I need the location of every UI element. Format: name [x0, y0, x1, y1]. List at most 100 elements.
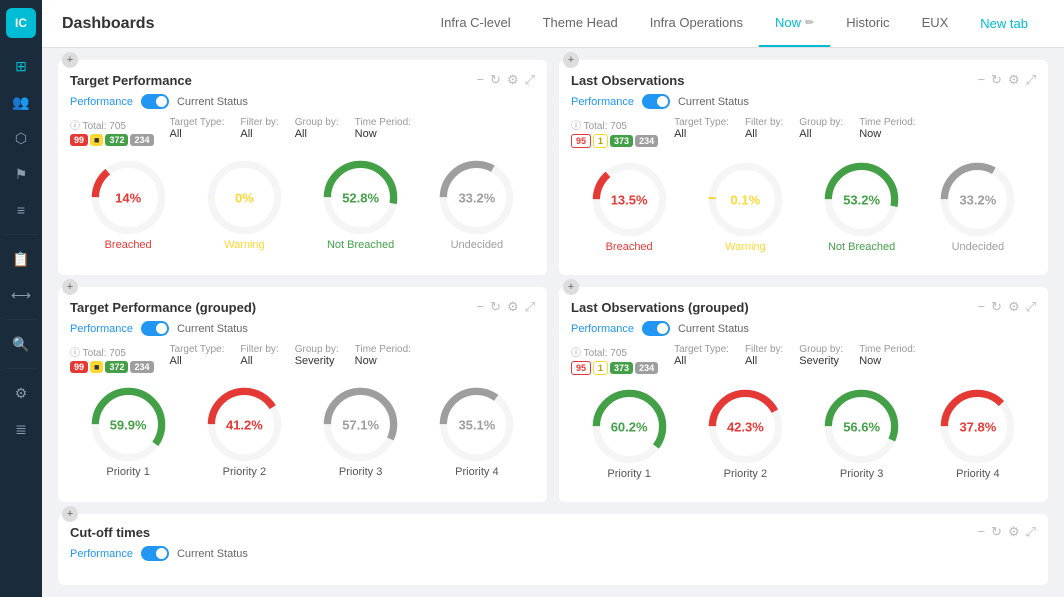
refresh-icon-2[interactable]: ↻ — [991, 72, 1002, 88]
edit-icon: ✏ — [805, 16, 814, 29]
total-group-1: ⓘ Total: 705 99 ■ 372 234 — [70, 117, 154, 146]
minimize-icon-3[interactable]: − — [476, 299, 484, 315]
donut-val-undecided-1: 33.2% — [458, 190, 495, 205]
add-widget-btn-5[interactable]: + — [62, 506, 78, 522]
minimize-icon-4[interactable]: − — [977, 299, 985, 315]
badge-green-3: 372 — [105, 361, 128, 373]
widget-cut-off-times: + Cut-off times − ↻ ⚙ ⤢ Performance Curr… — [58, 514, 1048, 585]
widget-title-5: Cut-off times — [70, 525, 150, 540]
chart-name-priority1-3: Priority 1 — [106, 466, 149, 478]
settings-icon-3[interactable]: ⚙ — [507, 299, 519, 315]
refresh-icon-1[interactable]: ↻ — [490, 72, 501, 88]
group-by-group-4: Group by: Severity — [799, 344, 843, 367]
time-period-group-3: Time Period: Now — [355, 344, 411, 367]
time-period-label-4: Time Period: — [859, 344, 915, 355]
sidebar-icon-users[interactable]: 👥 — [5, 86, 37, 118]
chart-name-priority3-3: Priority 3 — [339, 466, 382, 478]
badge-red-3: 99 — [70, 361, 88, 373]
minimize-icon-5[interactable]: − — [977, 524, 985, 540]
expand-icon-2[interactable]: ⤢ — [1026, 72, 1036, 88]
sidebar-icon-link[interactable]: ⬡ — [5, 122, 37, 154]
sidebar-icon-search[interactable]: 🔍 — [5, 328, 37, 360]
filters-row-2: ⓘ Total: 705 95 1 373 234 Target Type: A… — [571, 117, 1036, 148]
toggle-1[interactable] — [141, 94, 169, 109]
sidebar: IC ⊞ 👥 ⬡ ⚑ ≡ 📋 ⟷ 🔍 ⚙ ≣ — [0, 0, 42, 597]
tab-now[interactable]: Now ✏ — [759, 0, 830, 47]
total-label-1: ⓘ Total: 705 — [70, 117, 154, 132]
target-type-value-3: All — [170, 355, 225, 367]
expand-icon-1[interactable]: ⤢ — [525, 72, 535, 88]
widget-subheader-2: Performance Current Status — [571, 94, 1036, 109]
target-type-group-4: Target Type: All — [674, 344, 729, 367]
badge-yellow-3: ■ — [90, 361, 103, 373]
minimize-icon-1[interactable]: − — [476, 72, 484, 88]
sidebar-icon-connections[interactable]: ⟷ — [5, 279, 37, 311]
badges-2: 95 1 373 234 — [571, 134, 658, 148]
current-status-5: Current Status — [177, 548, 248, 560]
widget-title-1: Target Performance — [70, 73, 192, 88]
sidebar-icon-list[interactable]: ≡ — [5, 194, 37, 226]
add-widget-btn-3[interactable]: + — [62, 279, 78, 295]
donut-val-priority2-3: 41.2% — [226, 417, 263, 432]
donut-val-priority2-4: 42.3% — [727, 419, 764, 434]
tab-eux[interactable]: EUX — [906, 0, 965, 47]
expand-icon-5[interactable]: ⤢ — [1026, 524, 1036, 540]
current-status-1: Current Status — [177, 96, 248, 108]
expand-icon-3[interactable]: ⤢ — [525, 299, 535, 315]
minimize-icon-2[interactable]: − — [977, 72, 985, 88]
tab-infra-ops[interactable]: Infra Operations — [634, 0, 759, 47]
refresh-icon-5[interactable]: ↻ — [991, 524, 1002, 540]
perf-label-4: Performance — [571, 323, 634, 335]
refresh-icon-3[interactable]: ↻ — [490, 299, 501, 315]
chart-warning-2: 0.1% Warning — [708, 162, 783, 253]
sidebar-icon-settings[interactable]: ⚙ — [5, 377, 37, 409]
badge-green-2: 373 — [610, 135, 633, 147]
widget-last-observations: + Last Observations − ↻ ⚙ ⤢ Performance … — [559, 60, 1048, 275]
settings-icon-5[interactable]: ⚙ — [1008, 524, 1020, 540]
target-type-label-3: Target Type: — [170, 344, 225, 355]
add-widget-btn-4[interactable]: + — [563, 279, 579, 295]
settings-icon-2[interactable]: ⚙ — [1008, 72, 1020, 88]
toggle-2[interactable] — [642, 94, 670, 109]
toggle-4[interactable] — [642, 321, 670, 336]
toggle-5[interactable] — [141, 546, 169, 561]
filters-row-4: ⓘ Total: 705 95 1 373 234 Target Type: A… — [571, 344, 1036, 375]
widget-last-observations-grouped: + Last Observations (grouped) − ↻ ⚙ ⤢ Pe… — [559, 287, 1048, 502]
tab-new[interactable]: New tab — [964, 0, 1044, 47]
toggle-3[interactable] — [141, 321, 169, 336]
expand-icon-4[interactable]: ⤢ — [1026, 299, 1036, 315]
donut-undecided-2: 33.2% — [940, 162, 1015, 237]
refresh-icon-4[interactable]: ↻ — [991, 299, 1002, 315]
chart-priority2-3: 41.2% Priority 2 — [207, 387, 282, 478]
chart-name-breached-1: Breached — [105, 239, 152, 251]
filter-by-label-3: Filter by: — [240, 344, 278, 355]
add-widget-btn-1[interactable]: + — [62, 52, 78, 68]
badges-3: 99 ■ 372 234 — [70, 361, 154, 373]
badge-gray-3: 234 — [130, 361, 153, 373]
main-area: Dashboards Infra C-level Theme Head Infr… — [42, 0, 1064, 597]
donut-priority4-3: 35.1% — [439, 387, 514, 462]
group-by-value-4: Severity — [799, 355, 843, 367]
settings-icon-4[interactable]: ⚙ — [1008, 299, 1020, 315]
donut-val-warning-2: 0.1% — [731, 192, 761, 207]
current-status-2: Current Status — [678, 96, 749, 108]
badge-yellow-1: ■ — [90, 134, 103, 146]
chart-name-undecided-2: Undecided — [952, 241, 1005, 253]
add-widget-btn-2[interactable]: + — [563, 52, 579, 68]
donut-priority2-3: 41.2% — [207, 387, 282, 462]
donut-val-priority1-4: 60.2% — [611, 419, 648, 434]
settings-icon-1[interactable]: ⚙ — [507, 72, 519, 88]
tab-theme-head[interactable]: Theme Head — [527, 0, 634, 47]
sidebar-icon-reports[interactable]: 📋 — [5, 243, 37, 275]
tab-historic[interactable]: Historic — [830, 0, 905, 47]
total-group-4: ⓘ Total: 705 95 1 373 234 — [571, 344, 658, 375]
sidebar-icon-dashboard[interactable]: ⊞ — [5, 50, 37, 82]
page-title: Dashboards — [62, 15, 154, 33]
widget-title-4: Last Observations (grouped) — [571, 300, 749, 315]
charts-row-2: 13.5% Breached 0.1% Warning 53.2% — [571, 158, 1036, 257]
target-type-value-4: All — [674, 355, 729, 367]
tab-infra-c[interactable]: Infra C-level — [425, 0, 527, 47]
sidebar-icon-info[interactable]: ≣ — [5, 413, 37, 445]
target-type-value-1: All — [170, 128, 225, 140]
sidebar-icon-flag[interactable]: ⚑ — [5, 158, 37, 190]
